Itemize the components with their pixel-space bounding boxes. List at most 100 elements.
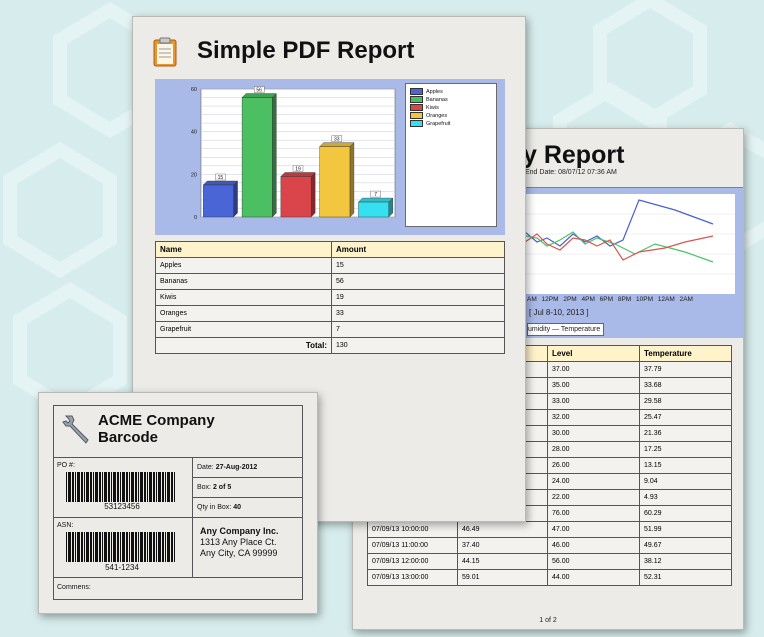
qty-value: 40 — [233, 504, 241, 511]
address-line-2: Any City, CA 99999 — [200, 548, 278, 558]
barcode-bar — [108, 532, 110, 562]
date-field: Date: 27-Aug-2012 — [197, 464, 257, 471]
bar-bananas — [241, 97, 273, 218]
barcode-bar — [86, 532, 89, 562]
bar-chart: 0 20 40 60 15 56 19 33 7 Apples Bananas Kiwis Orang… — [155, 79, 505, 235]
barcode-bar — [93, 532, 94, 562]
table-row: Kiwis 19 — [155, 289, 505, 306]
barcode-bar — [153, 472, 155, 502]
table-cell: 29.58 — [639, 393, 732, 410]
legend-item: Kiwis — [410, 104, 439, 112]
barcode-bar — [120, 532, 121, 562]
column-header: Temperature — [639, 345, 732, 362]
table-cell: 38.12 — [639, 553, 732, 570]
table-row: 07/09/13 11:00:00 37.40 46.00 49.67 — [367, 537, 732, 554]
table-cell: Bananas — [155, 273, 332, 290]
bar-side-apples — [233, 180, 238, 218]
po-number: 53123456 — [104, 502, 140, 511]
barcode-bar — [104, 532, 107, 562]
barcode-bar — [147, 472, 148, 502]
table-cell: 44.00 — [547, 569, 640, 586]
table-cell: 51.99 — [639, 521, 732, 538]
y-tick-label: 60 — [191, 87, 197, 93]
barcode-bar — [72, 472, 74, 502]
bar-top-grapefruit — [357, 197, 394, 203]
table-cell: 26.00 — [547, 457, 640, 474]
line-chart-x-ticks: AM 12PM 2PM 4PM 6PM 8PM 10PM 12AM 2AM — [527, 296, 693, 303]
barcode-bar — [77, 532, 80, 562]
legend-swatch — [410, 96, 423, 103]
barcode-bar — [140, 472, 143, 502]
table-cell: 17.25 — [639, 441, 732, 458]
legend-label: Oranges — [426, 112, 448, 119]
barcode-bar — [171, 472, 173, 502]
table-cell: 33.68 — [639, 377, 732, 394]
asn-barcode — [66, 532, 175, 562]
table-cell: 37.79 — [639, 361, 732, 378]
barcode-bar — [126, 472, 128, 502]
barcode-bar — [122, 472, 125, 502]
legend-swatch — [410, 104, 423, 111]
table-cell: 49.67 — [639, 537, 732, 554]
barcode-bar — [131, 532, 134, 562]
legend-swatch — [410, 120, 423, 127]
po-label: PO #: — [57, 462, 75, 469]
data-label: 15 — [218, 175, 224, 181]
legend-item: Bananas — [410, 96, 448, 104]
data-label: 56 — [256, 87, 262, 93]
barcode-bar — [113, 472, 116, 502]
table-cell: 7 — [331, 321, 505, 338]
date-label: Date: — [197, 464, 214, 471]
barcode-bar — [122, 532, 125, 562]
barcode-bar — [165, 472, 166, 502]
table-header-row: Name Amount — [155, 241, 505, 258]
column-header: Amount — [331, 241, 505, 258]
table-cell: 37.00 — [547, 361, 640, 378]
barcode-label: ACME Company Barcode PO #: 53123456 Date… — [53, 405, 303, 600]
address-line-1: 1313 Any Place Ct. — [200, 537, 277, 547]
table-cell: Oranges — [155, 305, 332, 322]
table-cell: 07/09/13 11:00:00 — [367, 537, 458, 554]
total-value: 130 — [331, 337, 505, 354]
table-cell: Kiwis — [155, 289, 332, 306]
table-row: Oranges 33 — [155, 305, 505, 322]
barcode-bar — [131, 472, 134, 502]
report-front-table-body: Apples 15 Bananas 56 Kiwis 19 Oranges 33 Grapefr… — [155, 257, 505, 338]
barcode-bar — [144, 532, 146, 562]
barcode-bar — [86, 472, 89, 502]
table-cell: 56 — [331, 273, 505, 290]
table-cell: 22.00 — [547, 489, 640, 506]
barcode-bar — [174, 472, 175, 502]
asn-number: 541-1234 — [105, 563, 139, 572]
wrench-icon — [62, 415, 89, 444]
barcode-bar — [111, 532, 112, 562]
qty-field: Qty in Box: 40 — [197, 504, 241, 511]
y-tick-label: 40 — [191, 130, 197, 136]
barcode-bar — [167, 472, 170, 502]
table-row: 07/09/13 13:00:00 59.01 44.00 52.31 — [367, 569, 732, 586]
bar-top-kiwis — [280, 172, 316, 177]
barcode-bar — [138, 472, 139, 502]
address-block: Any Company Inc. 1313 Any Place Ct. Any … — [200, 526, 279, 559]
table-cell: 07/09/13 13:00:00 — [367, 569, 458, 586]
legend-item: Oranges — [410, 112, 447, 120]
barcode-bar — [117, 472, 119, 502]
barcode-bar — [84, 472, 85, 502]
barcode-bar — [158, 532, 161, 562]
barcode-bar — [81, 472, 83, 502]
barcode-bar — [167, 532, 170, 562]
barcode-bar — [111, 472, 112, 502]
barcode-bar — [102, 532, 103, 562]
barcode-bar — [84, 532, 85, 562]
barcode-bar — [156, 472, 157, 502]
company-name: ACME Company — [98, 412, 215, 429]
barcode-bar — [135, 532, 137, 562]
table-cell: 35.00 — [547, 377, 640, 394]
barcode-bar — [99, 472, 101, 502]
y-tick-label: 20 — [191, 172, 197, 178]
table-cell: 33 — [331, 305, 505, 322]
barcode-bar — [149, 532, 152, 562]
table-cell: 9.04 — [639, 473, 732, 490]
bar-top-bananas — [241, 93, 277, 98]
barcode-bar — [174, 532, 175, 562]
